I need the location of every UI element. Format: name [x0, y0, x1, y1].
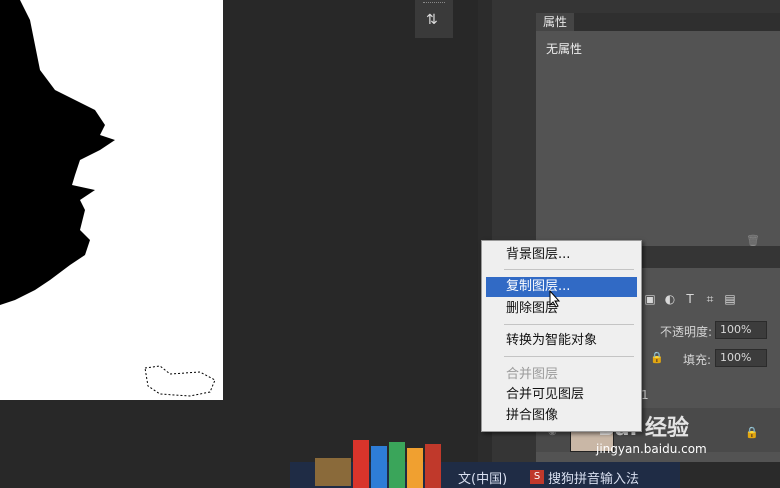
history-icon[interactable]: ⇅	[426, 12, 438, 28]
menu-item-convert-smart-object[interactable]: 转换为智能对象	[486, 331, 637, 351]
history-tool-panel[interactable]: ⇅	[415, 0, 453, 38]
layers-filter-toolbar: ▣ ◐ T ⌗ ▤	[640, 292, 760, 312]
menu-item-flatten-image[interactable]: 拼合图像	[486, 406, 637, 426]
watermark-url: jingyan.baidu.com	[596, 442, 707, 456]
layer-lock-icon: 🔒	[745, 426, 759, 439]
menu-separator	[504, 324, 634, 325]
properties-body	[536, 31, 780, 246]
document-canvas[interactable]	[0, 0, 223, 400]
sogou-ime-icon[interactable]: S	[530, 470, 544, 484]
adjustment-filter-icon[interactable]: ◐	[660, 292, 680, 306]
no-properties-text: 无属性	[546, 42, 583, 56]
menu-item-merge-visible[interactable]: 合并可见图层	[486, 385, 637, 405]
fill-label: 填充:	[683, 353, 712, 367]
taskbar-group-label[interactable]: 文(中国)	[458, 468, 507, 487]
menu-item-duplicate-layer[interactable]: 复制图层...	[486, 277, 637, 297]
smart-object-filter-icon[interactable]: ▤	[720, 292, 740, 306]
lock-icon[interactable]: 🔒	[650, 351, 664, 364]
ime-toolbar-widget[interactable]	[315, 430, 455, 488]
taskbar-tray	[680, 462, 780, 488]
menu-item-background-layer[interactable]: 背景图层...	[486, 245, 637, 265]
shape-filter-icon[interactable]: ⌗	[700, 292, 720, 307]
mouse-cursor-icon	[549, 290, 561, 308]
ime-label[interactable]: 搜狗拼音输入法	[548, 468, 639, 487]
tab-properties[interactable]: 属性	[536, 13, 574, 31]
trash-icon[interactable]: 🗑	[746, 234, 760, 247]
menu-item-delete-layer[interactable]: 删除图层	[486, 299, 637, 319]
menu-separator	[504, 269, 634, 270]
opacity-label: 不透明度:	[660, 325, 713, 339]
layer-context-menu: 背景图层... 复制图层... 删除图层 转换为智能对象 合并图层 合并可见图层…	[481, 240, 642, 432]
menu-separator	[504, 356, 634, 357]
type-filter-icon[interactable]: T	[680, 292, 700, 306]
panel-grip[interactable]	[423, 2, 445, 5]
threshold-image	[0, 0, 216, 397]
opacity-field[interactable]: 100%	[715, 321, 767, 339]
menu-item-merge-layers: 合并图层	[506, 367, 559, 382]
image-filter-icon[interactable]: ▣	[640, 292, 660, 306]
fill-field[interactable]: 100%	[715, 349, 767, 367]
layer-name[interactable]: 1	[641, 388, 649, 402]
